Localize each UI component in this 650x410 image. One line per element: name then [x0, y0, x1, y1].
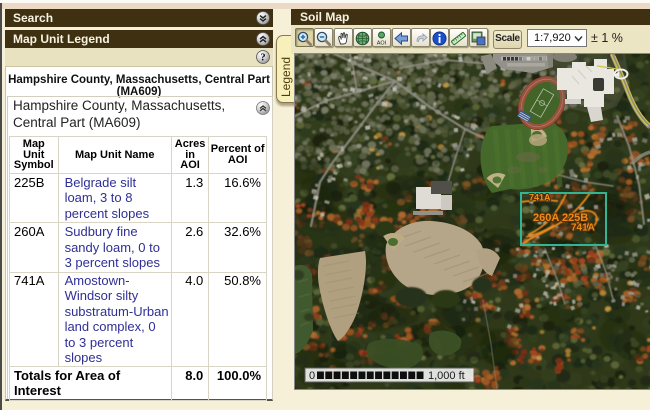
svg-text:?: ?	[260, 53, 265, 64]
svg-text:741A: 741A	[571, 223, 595, 234]
svg-text:AOI: AOI	[377, 41, 387, 47]
svg-text:741A: 741A	[529, 193, 551, 203]
svg-text:1,000 ft: 1,000 ft	[428, 370, 465, 382]
svg-text:0: 0	[309, 370, 315, 382]
